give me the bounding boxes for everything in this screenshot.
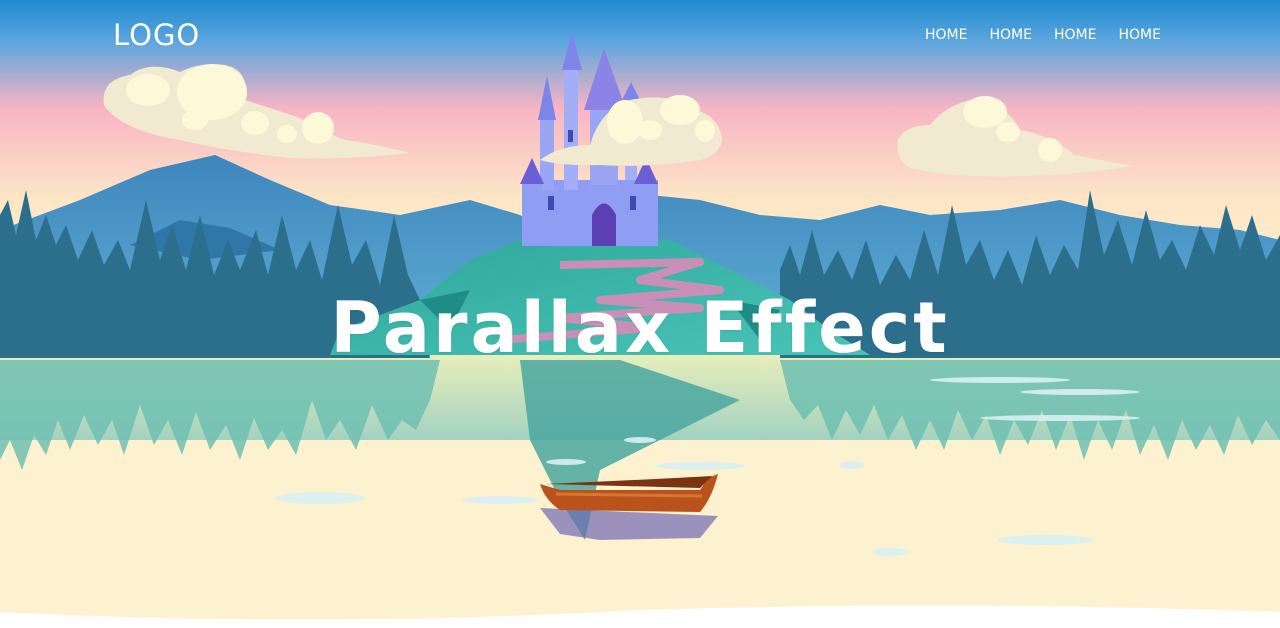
boat-illustration [540, 474, 718, 540]
nav-link-home-2[interactable]: HOME [978, 26, 1042, 44]
nav-links: HOME HOME HOME HOME [914, 26, 1172, 44]
navbar: LOGO HOME HOME HOME HOME [0, 0, 1280, 72]
hero-title: Parallax Effect [330, 287, 950, 369]
page: LOGO HOME HOME HOME HOME Parallax Effect [0, 0, 1280, 628]
nav-link-home-1[interactable]: HOME [914, 26, 978, 44]
nav-link-home-4[interactable]: HOME [1107, 26, 1171, 44]
nav-link-home-3[interactable]: HOME [1043, 26, 1107, 44]
logo[interactable]: LOGO [113, 18, 200, 52]
